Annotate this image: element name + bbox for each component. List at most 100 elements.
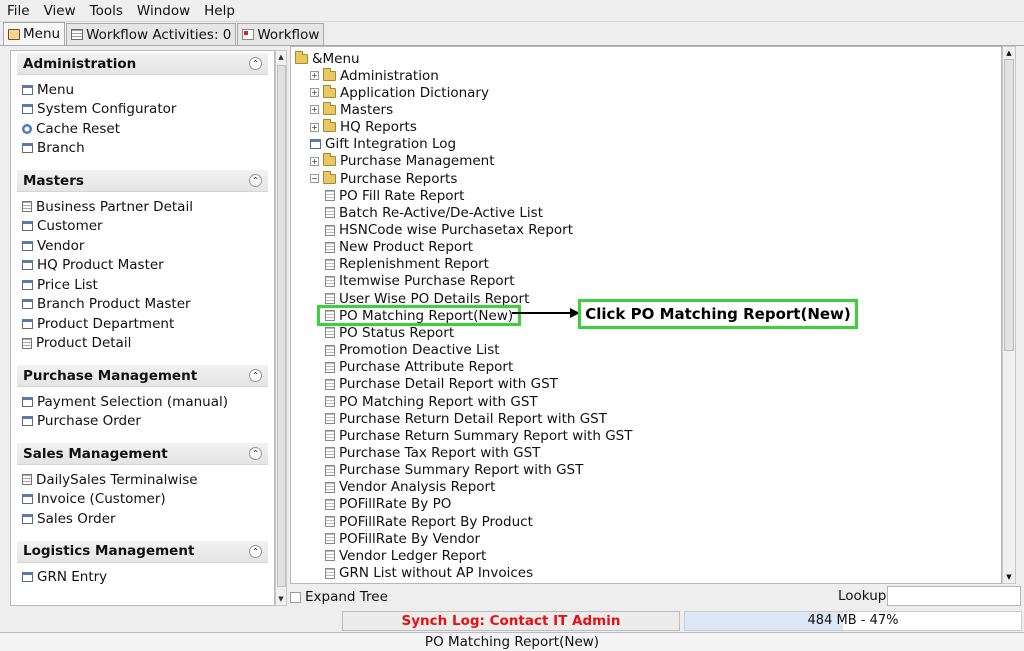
tree-folder-masters[interactable]: + Masters bbox=[310, 101, 393, 118]
sidebar-item-menu[interactable]: Menu bbox=[17, 80, 268, 100]
tree-label: Vendor Ledger Report bbox=[339, 547, 487, 564]
report-icon bbox=[325, 498, 335, 510]
sidebar-item-product-detail[interactable]: Product Detail bbox=[17, 334, 268, 354]
tab-workflow[interactable]: Workflow bbox=[237, 23, 325, 45]
sidebar-item-customer[interactable]: Customer bbox=[17, 217, 268, 237]
sidebar-item-price-list[interactable]: Price List bbox=[17, 275, 268, 295]
sidebar-item-label: Branch Product Master bbox=[37, 296, 191, 313]
expand-icon[interactable]: + bbox=[310, 122, 319, 132]
tree-item-itemwise-purchase-report[interactable]: Itemwise Purchase Report bbox=[325, 273, 515, 290]
sidebar-item-payment-selection-manual[interactable]: Payment Selection (manual) bbox=[17, 392, 268, 412]
sidebar-item-cache-reset[interactable]: Cache Reset bbox=[17, 119, 268, 139]
scroll-thumb[interactable] bbox=[1004, 59, 1014, 351]
tree-folder-administration[interactable]: + Administration bbox=[310, 67, 439, 84]
synch-log-button[interactable]: Synch Log: Contact IT Admin bbox=[342, 611, 680, 631]
section-header[interactable]: Purchase Management ⌃ bbox=[17, 365, 268, 387]
sidebar-item-label: Menu bbox=[37, 81, 75, 98]
collapse-icon[interactable]: ⌃ bbox=[249, 174, 262, 187]
section-header[interactable]: Sales Management ⌃ bbox=[17, 443, 268, 465]
lookup-input[interactable] bbox=[887, 586, 1021, 606]
tree-item-hsncode-wise-purchasetax-report[interactable]: HSNCode wise Purchasetax Report bbox=[325, 222, 573, 239]
tree-item-vendor-analysis-report[interactable]: Vendor Analysis Report bbox=[325, 479, 495, 496]
folder-icon bbox=[323, 84, 336, 98]
expand-icon[interactable]: + bbox=[310, 71, 319, 81]
section-header[interactable]: Administration ⌃ bbox=[17, 53, 268, 75]
menu-tools[interactable]: Tools bbox=[83, 0, 130, 22]
sidebar-item-branch[interactable]: Branch bbox=[17, 139, 268, 159]
sidebar-item-hq-product-master[interactable]: HQ Product Master bbox=[17, 256, 268, 276]
tree-item-vendor-ledger-report[interactable]: Vendor Ledger Report bbox=[325, 547, 486, 564]
sidebar-item-sales-order[interactable]: Sales Order bbox=[17, 509, 268, 529]
tree-item-po-matching-report-with-gst[interactable]: PO Matching Report with GST bbox=[325, 393, 538, 410]
scroll-up-icon[interactable]: ▲ bbox=[1003, 47, 1015, 59]
favorites-scrollbar[interactable]: ▲ ▼ bbox=[275, 50, 287, 606]
tree-item-replenishment-report[interactable]: Replenishment Report bbox=[325, 256, 489, 273]
scroll-down-icon[interactable]: ▼ bbox=[1003, 571, 1015, 583]
collapse-icon[interactable]: ⌃ bbox=[249, 57, 262, 70]
sidebar-item-branch-product-master[interactable]: Branch Product Master bbox=[17, 295, 268, 315]
memory-text: 484 MB - 47% bbox=[807, 613, 899, 628]
tree-item-purchase-summary-report-with-gst[interactable]: Purchase Summary Report with GST bbox=[325, 462, 583, 479]
tree-label: Purchase Management bbox=[340, 153, 495, 170]
tree-label: Gift Integration Log bbox=[325, 136, 457, 153]
collapse-icon[interactable]: − bbox=[310, 174, 319, 184]
sidebar-item-dailysales-terminalwise[interactable]: DailySales Terminalwise bbox=[17, 470, 268, 490]
tree-folder-purchase-management[interactable]: + Purchase Management bbox=[310, 153, 495, 170]
sidebar-item-grn-entry[interactable]: GRN Entry bbox=[17, 568, 268, 588]
tree-item-po-status-report[interactable]: PO Status Report bbox=[325, 324, 454, 341]
scroll-down-icon[interactable]: ▼ bbox=[276, 593, 286, 605]
sidebar-item-business-partner-detail[interactable]: Business Partner Detail bbox=[17, 197, 268, 217]
sidebar-item-invoice-customer[interactable]: Invoice (Customer) bbox=[17, 490, 268, 510]
expand-icon[interactable]: + bbox=[310, 156, 319, 166]
tree-scrollbar[interactable]: ▲ ▼ bbox=[1002, 46, 1016, 584]
collapse-icon[interactable]: ⌃ bbox=[249, 447, 262, 460]
scroll-thumb[interactable] bbox=[277, 65, 286, 587]
tree-label: Application Dictionary bbox=[340, 84, 489, 101]
window-icon bbox=[22, 318, 33, 329]
tree-item-new-product-report[interactable]: New Product Report bbox=[325, 239, 473, 256]
collapse-icon[interactable]: ⌃ bbox=[249, 544, 262, 558]
expand-icon[interactable]: + bbox=[310, 88, 319, 98]
tab-workflow-activities[interactable]: Workflow Activities: 0 bbox=[66, 23, 237, 45]
memory-indicator[interactable]: 484 MB - 47% bbox=[684, 611, 1022, 631]
tree-item-po-matching-report-new[interactable]: PO Matching Report(New) bbox=[317, 305, 522, 327]
sidebar-item-product-department[interactable]: Product Department bbox=[17, 314, 268, 334]
tree-folder-application-dictionary[interactable]: + Application Dictionary bbox=[310, 84, 489, 101]
report-icon bbox=[325, 516, 335, 528]
tree-item-purchase-attribute-report[interactable]: Purchase Attribute Report bbox=[325, 359, 513, 376]
tree-label: Masters bbox=[340, 101, 394, 118]
window-icon bbox=[22, 279, 33, 290]
menu-window[interactable]: Window bbox=[130, 0, 197, 22]
tree-label: Itemwise Purchase Report bbox=[339, 273, 515, 290]
tree-root[interactable]: &Menu bbox=[295, 50, 360, 67]
tree-item-promotion-deactive-list[interactable]: Promotion Deactive List bbox=[325, 342, 500, 359]
menu-help[interactable]: Help bbox=[197, 0, 242, 22]
section-header[interactable]: Logistics Management ⌃ bbox=[17, 540, 268, 563]
tree-item-batch-re-active-de-active-list[interactable]: Batch Re-Active/De-Active List bbox=[325, 204, 543, 221]
collapse-icon[interactable]: ⌃ bbox=[249, 369, 262, 382]
tab-menu[interactable]: Menu bbox=[3, 22, 66, 45]
tree-item-po-fill-rate-report[interactable]: PO Fill Rate Report bbox=[325, 187, 464, 204]
tree-item-grn-list-without-ap-invoices[interactable]: GRN List without AP Invoices bbox=[325, 565, 533, 582]
sidebar-item-system-configurator[interactable]: System Configurator bbox=[17, 100, 268, 120]
scroll-up-icon[interactable]: ▲ bbox=[276, 51, 286, 63]
sidebar-item-purchase-order[interactable]: Purchase Order bbox=[17, 412, 268, 432]
tree-item-pofillrate-report-by-product[interactable]: POFillRate Report By Product bbox=[325, 513, 533, 530]
tree-label: Purchase Detail Report with GST bbox=[339, 376, 558, 393]
tree-item-purchase-return-detail-report-with-gst[interactable]: Purchase Return Detail Report with GST bbox=[325, 410, 607, 427]
tree-folder-purchase-reports[interactable]: − Purchase Reports bbox=[310, 170, 457, 187]
tree-item-gift-integration-log[interactable]: Gift Integration Log bbox=[310, 136, 456, 153]
expand-tree-checkbox[interactable] bbox=[290, 591, 301, 603]
tree-item-purchase-detail-report-with-gst[interactable]: Purchase Detail Report with GST bbox=[325, 376, 558, 393]
tree-item-pofillrate-by-po[interactable]: POFillRate By PO bbox=[325, 496, 451, 513]
tree-folder-hq-reports[interactable]: + HQ Reports bbox=[310, 119, 417, 136]
expand-icon[interactable]: + bbox=[310, 105, 319, 115]
sidebar-item-vendor[interactable]: Vendor bbox=[17, 236, 268, 256]
tree-item-pofillrate-by-vendor[interactable]: POFillRate By Vendor bbox=[325, 530, 480, 547]
tree-item-purchase-tax-report-with-gst[interactable]: Purchase Tax Report with GST bbox=[325, 444, 540, 461]
window-icon bbox=[22, 104, 33, 115]
menu-view[interactable]: View bbox=[37, 0, 83, 22]
menu-file[interactable]: File bbox=[0, 0, 37, 22]
section-header[interactable]: Masters ⌃ bbox=[17, 170, 268, 192]
tree-item-purchase-return-summary-report-with-gst[interactable]: Purchase Return Summary Report with GST bbox=[325, 427, 632, 444]
